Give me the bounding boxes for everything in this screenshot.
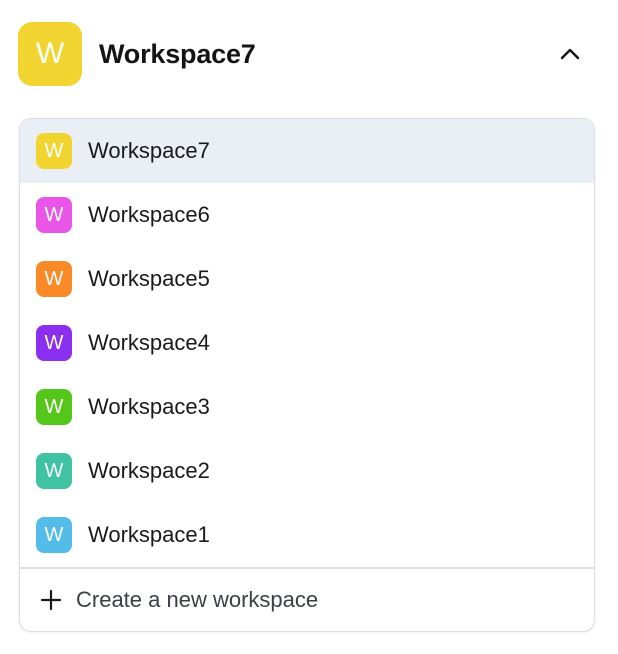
workspace-label: Workspace4 (88, 330, 210, 355)
workspace-item[interactable]: W Workspace4 (20, 311, 594, 375)
workspace-item[interactable]: W Workspace3 (20, 375, 594, 439)
current-workspace-avatar: W (18, 22, 82, 86)
workspace-item[interactable]: W Workspace1 (20, 503, 594, 567)
workspace-switcher: W Workspace7 W Workspace7 W Workspace6 W… (0, 0, 618, 654)
workspace-list: W Workspace7 W Workspace6 W Workspace5 W… (20, 119, 594, 567)
workspace-item[interactable]: W Workspace2 (20, 439, 594, 503)
workspace-item[interactable]: W Workspace6 (20, 183, 594, 247)
workspace-avatar: W (36, 453, 72, 489)
workspace-label: Workspace3 (88, 394, 210, 419)
workspace-avatar: W (36, 197, 72, 233)
create-workspace-label: Create a new workspace (76, 586, 319, 612)
workspace-dropdown: W Workspace7 W Workspace6 W Workspace5 W… (19, 118, 595, 632)
workspace-avatar: W (36, 325, 72, 361)
workspace-item[interactable]: W Workspace5 (20, 247, 594, 311)
workspace-label: Workspace1 (88, 522, 210, 547)
plus-icon (40, 589, 62, 610)
workspace-avatar: W (36, 389, 72, 425)
workspace-avatar: W (36, 261, 72, 297)
chevron-up-icon[interactable] (558, 42, 582, 66)
workspace-avatar: W (36, 133, 72, 169)
workspace-label: Workspace6 (88, 202, 210, 227)
workspace-label: Workspace2 (88, 458, 210, 483)
workspace-switcher-header[interactable]: W Workspace7 (18, 22, 588, 86)
workspace-item[interactable]: W Workspace7 (20, 119, 594, 183)
current-workspace-name: Workspace7 (99, 38, 256, 69)
create-workspace-button[interactable]: Create a new workspace (20, 569, 594, 631)
workspace-label: Workspace5 (88, 266, 210, 291)
workspace-avatar: W (36, 517, 72, 553)
workspace-label: Workspace7 (88, 138, 210, 163)
